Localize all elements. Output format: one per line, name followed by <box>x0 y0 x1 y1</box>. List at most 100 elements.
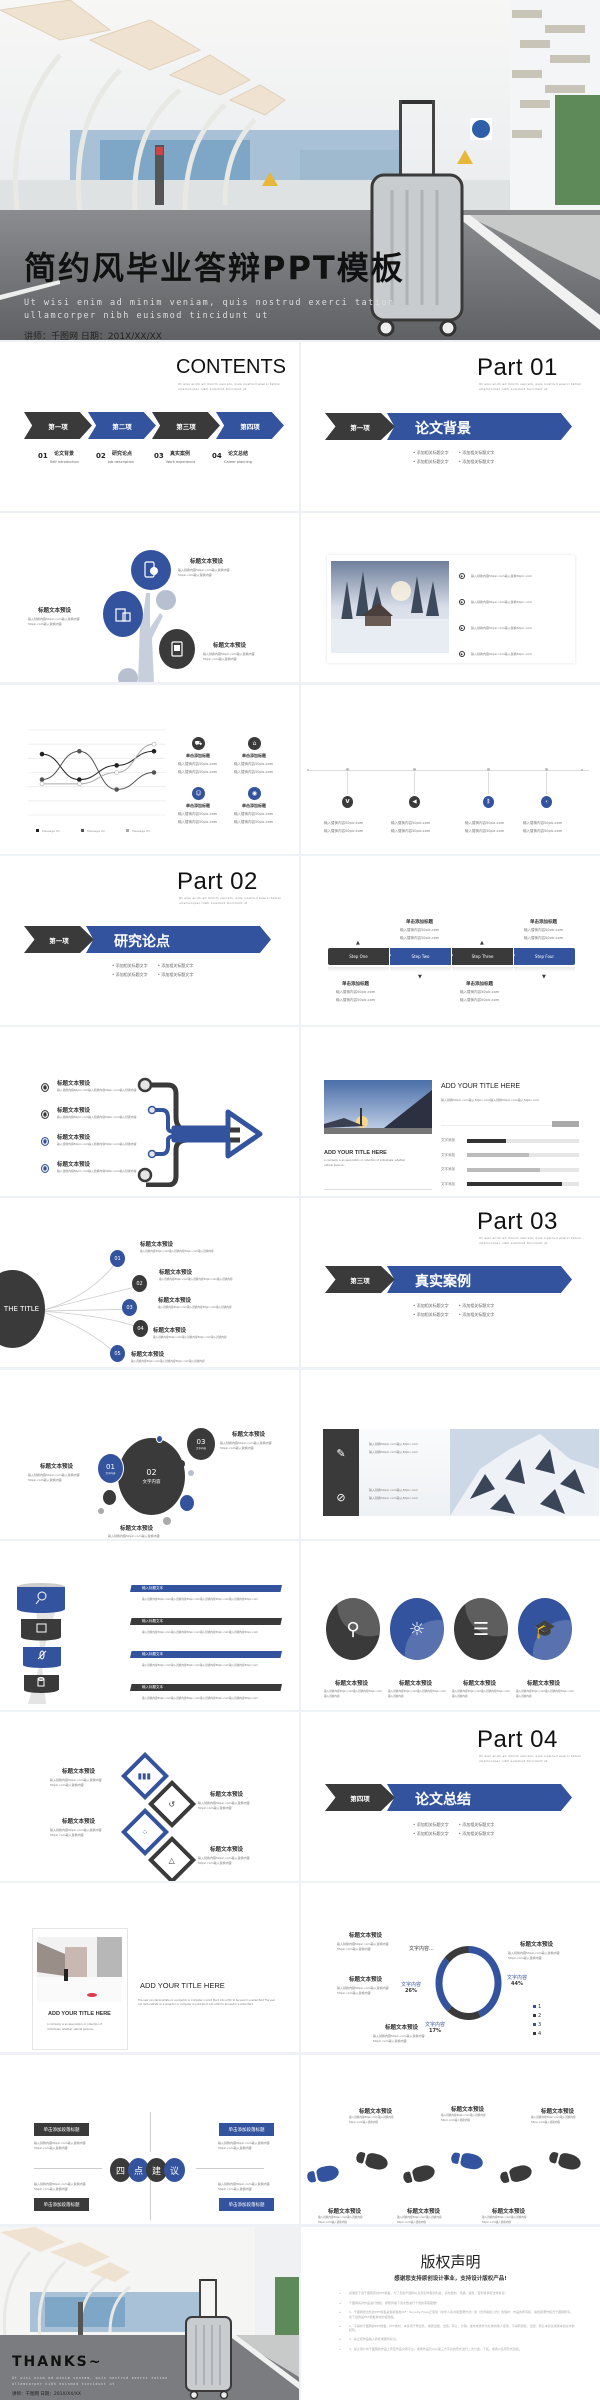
data-point <box>151 741 157 747</box>
contents-lorem: Ut wisi enim ad minim veniam, quis nostr… <box>178 382 281 391</box>
footprint-heading: 标题文本预设 <box>359 2109 393 2115</box>
contents-item-title: 论文背景 <box>54 451 75 457</box>
search-icon: ⚲ <box>346 1618 360 1640</box>
part-lorem: Ut wisi enim ad minim veniam, quis nostr… <box>479 382 582 391</box>
bar-label: 文字添加 <box>441 1138 455 1142</box>
stack-bar-title: 输入标题文本 <box>130 1684 282 1691</box>
tree-heading-3: 标题文本预设 <box>213 643 247 649</box>
tree-text-1: 输入替换内容50pic.com输入替换内容50pic.com输入替换内容 <box>178 568 230 577</box>
eye-icon: ◉ <box>248 787 261 800</box>
mindmap-node-03[interactable]: 03 <box>122 1299 137 1316</box>
mindmap-node-01[interactable]: 01 <box>110 1250 125 1267</box>
play-icon[interactable]: ▶ <box>459 651 465 657</box>
footprints-slide: 标题文本预设 输入替换内容50pic.com输入替换内容50pic.com输入替换… <box>301 2055 600 2224</box>
cover-slide: 简约风毕业答辩PPT模板 Ut wisi enim ad minim venia… <box>0 0 600 340</box>
photo-card-title: ADD YOUR TITLE HERE <box>48 2011 111 2017</box>
icon-grid-text: 输入替换内容50pic.com 输入替换内容50pic.com <box>178 762 218 774</box>
arrow-list-heading: 标题文本预设 <box>57 1081 91 1087</box>
play-icon[interactable]: ▶ <box>459 599 465 605</box>
document-icon <box>41 1164 49 1173</box>
play-icon[interactable]: ▶ <box>459 625 465 631</box>
data-point <box>114 787 119 792</box>
contents-item-en: Work experience <box>166 460 196 464</box>
progress-bar <box>467 1138 579 1143</box>
timeline-dot <box>413 768 416 771</box>
bubble-dot <box>180 1495 194 1511</box>
legend-item: 1 <box>533 2003 541 2012</box>
data-point <box>151 770 157 775</box>
vimeo-icon[interactable]: V <box>342 796 353 808</box>
title-bars-title: ADD YOUR TITLE HERE <box>441 1083 521 1090</box>
mindmap-lines <box>39 1259 141 1357</box>
progress-bar <box>467 1167 579 1172</box>
progress-fill <box>467 1153 529 1157</box>
photo-card-main-title: ADD YOUR TITLE HERE <box>140 1981 225 1990</box>
part03-slide: Part 03 Ut wisi enim ad minim veniam, qu… <box>301 1198 600 1367</box>
part-tag: 第一项 <box>325 413 395 440</box>
footprint-heading: 标题文本预设 <box>541 2109 575 2115</box>
circle-text: 输入替换内容50pic.com输入替换内容50pic.com输入替换内容 <box>388 1690 447 1698</box>
bar-label: 文字添加 <box>441 1181 455 1186</box>
circle-text: 输入替换内容50pic.com输入替换内容50pic.com输入替换内容 <box>516 1690 575 1698</box>
title-bars-slide: ADD YOUR TITLE HERE A company is an asso… <box>301 1027 600 1196</box>
chevron-3[interactable]: 第三项 <box>152 412 220 439</box>
part-title: Part 03 <box>477 1208 558 1235</box>
mountain-icon-bar: ✎ ⊘ <box>323 1429 359 1516</box>
circles4-slide: ⚲ 标题文本预设输入替换内容50pic.com输入替换内容50pic.com输入替… <box>301 1541 600 1710</box>
part-tag: 第三项 <box>325 1266 395 1293</box>
legend-label: Message 03 <box>132 829 150 833</box>
mindmap-node-04[interactable]: 04 <box>133 1320 148 1337</box>
step-4[interactable]: Step Four <box>514 948 575 965</box>
icon-grid-title: 单击添加标题 <box>186 803 210 808</box>
tree-text-3: 输入替换内容50pic.com输入替换内容50pic.com输入替换内容 <box>203 652 255 661</box>
photo-card-main-desc: The user can demonstrate on a projector … <box>138 1999 276 2006</box>
legend-item: 4 <box>533 2030 541 2039</box>
mindmap-node-05[interactable]: 05 <box>110 1345 125 1362</box>
arrow-list-text: 输入替换内容50pic.com输入替换内容50pic.com输入替换内容 <box>57 1088 137 1092</box>
copyright-slide: 版权声明 感谢您支持原创设计事业，支持设计版权产品! • 感谢您下载千图网原创PP… <box>301 2227 600 2400</box>
step-2[interactable]: Step Two <box>390 948 451 965</box>
speaker-icon[interactable]: ◀ <box>409 796 420 808</box>
building-icon: ⌂ <box>248 737 261 750</box>
chevron-2[interactable]: 第二项 <box>88 412 156 439</box>
chevron-4[interactable]: 第四项 <box>216 412 284 439</box>
circle-heading: 标题文本预设 <box>463 1681 497 1687</box>
legend-label: Message 01 <box>42 829 60 833</box>
bluetooth-icon[interactable]: ᛒ <box>483 796 494 808</box>
contents-item-en: Career planning <box>224 460 252 464</box>
mindmap-heading: 标题文本预设 <box>153 1328 187 1334</box>
data-point <box>39 777 45 782</box>
timeline-text: 输入替换内容50pic.com 输入替换内容50pic.com <box>324 821 364 833</box>
tablet-icon <box>171 641 183 657</box>
mindmap-node-02[interactable]: 02 <box>132 1275 147 1292</box>
circle-text: 输入替换内容50pic.com输入替换内容50pic.com输入替换内容 <box>452 1690 511 1698</box>
step-1[interactable]: Step One <box>328 948 389 965</box>
contents-slide: CONTENTS Ut wisi enim ad minim veniam, q… <box>0 342 299 511</box>
mobile-payment-icon <box>144 561 158 578</box>
thanks-title: THANKS~ <box>12 2354 103 2370</box>
step-separator: › <box>451 952 454 959</box>
contents-item-en: Self introduction <box>50 460 79 464</box>
step-3[interactable]: Step Three <box>452 948 513 965</box>
play-icon[interactable]: ▶ <box>459 573 465 579</box>
copyright-subtitle: 感谢您支持原创设计事业，支持设计版权产品! <box>394 2276 507 2282</box>
contents-item-title: 论文总结 <box>228 451 249 457</box>
point-char: 议 <box>164 2158 185 2182</box>
tree-heading-1: 标题文本预设 <box>190 559 224 565</box>
chevron-1[interactable]: 第一项 <box>24 412 92 439</box>
part-title: Part 04 <box>477 1726 558 1753</box>
back-icon[interactable]: ‹ <box>541 796 552 808</box>
copyright-item: • 3、禁止把作品纳入商标或服务标记。 <box>339 2337 399 2342</box>
donut-label-2: 文字内容 17% <box>425 2022 446 2034</box>
up-triangle-icon: ▲ <box>356 940 360 946</box>
copyright-title: 版权声明 <box>420 2253 481 2271</box>
tree-heading-2: 标题文本预设 <box>38 608 72 614</box>
point-box-4: 单击添加段落标题 <box>219 2198 274 2211</box>
data-point <box>151 748 157 754</box>
cover-title: 简约风毕业答辩PPT模板 <box>24 249 405 287</box>
copyright-item: • 1、千图网所出售的PPT模板是免版税类(RF：Royalty-Free)正版受… <box>339 2310 574 2319</box>
four-points-slide: 单击添加段落标题 输入替换内容50pic.com输入替换内容50pic.com输… <box>0 2055 299 2224</box>
mindmap-heading: 标题文本预设 <box>131 1352 165 1358</box>
down-triangle-icon: ▼ <box>542 974 546 980</box>
contents-item-num: 04 <box>212 452 222 460</box>
